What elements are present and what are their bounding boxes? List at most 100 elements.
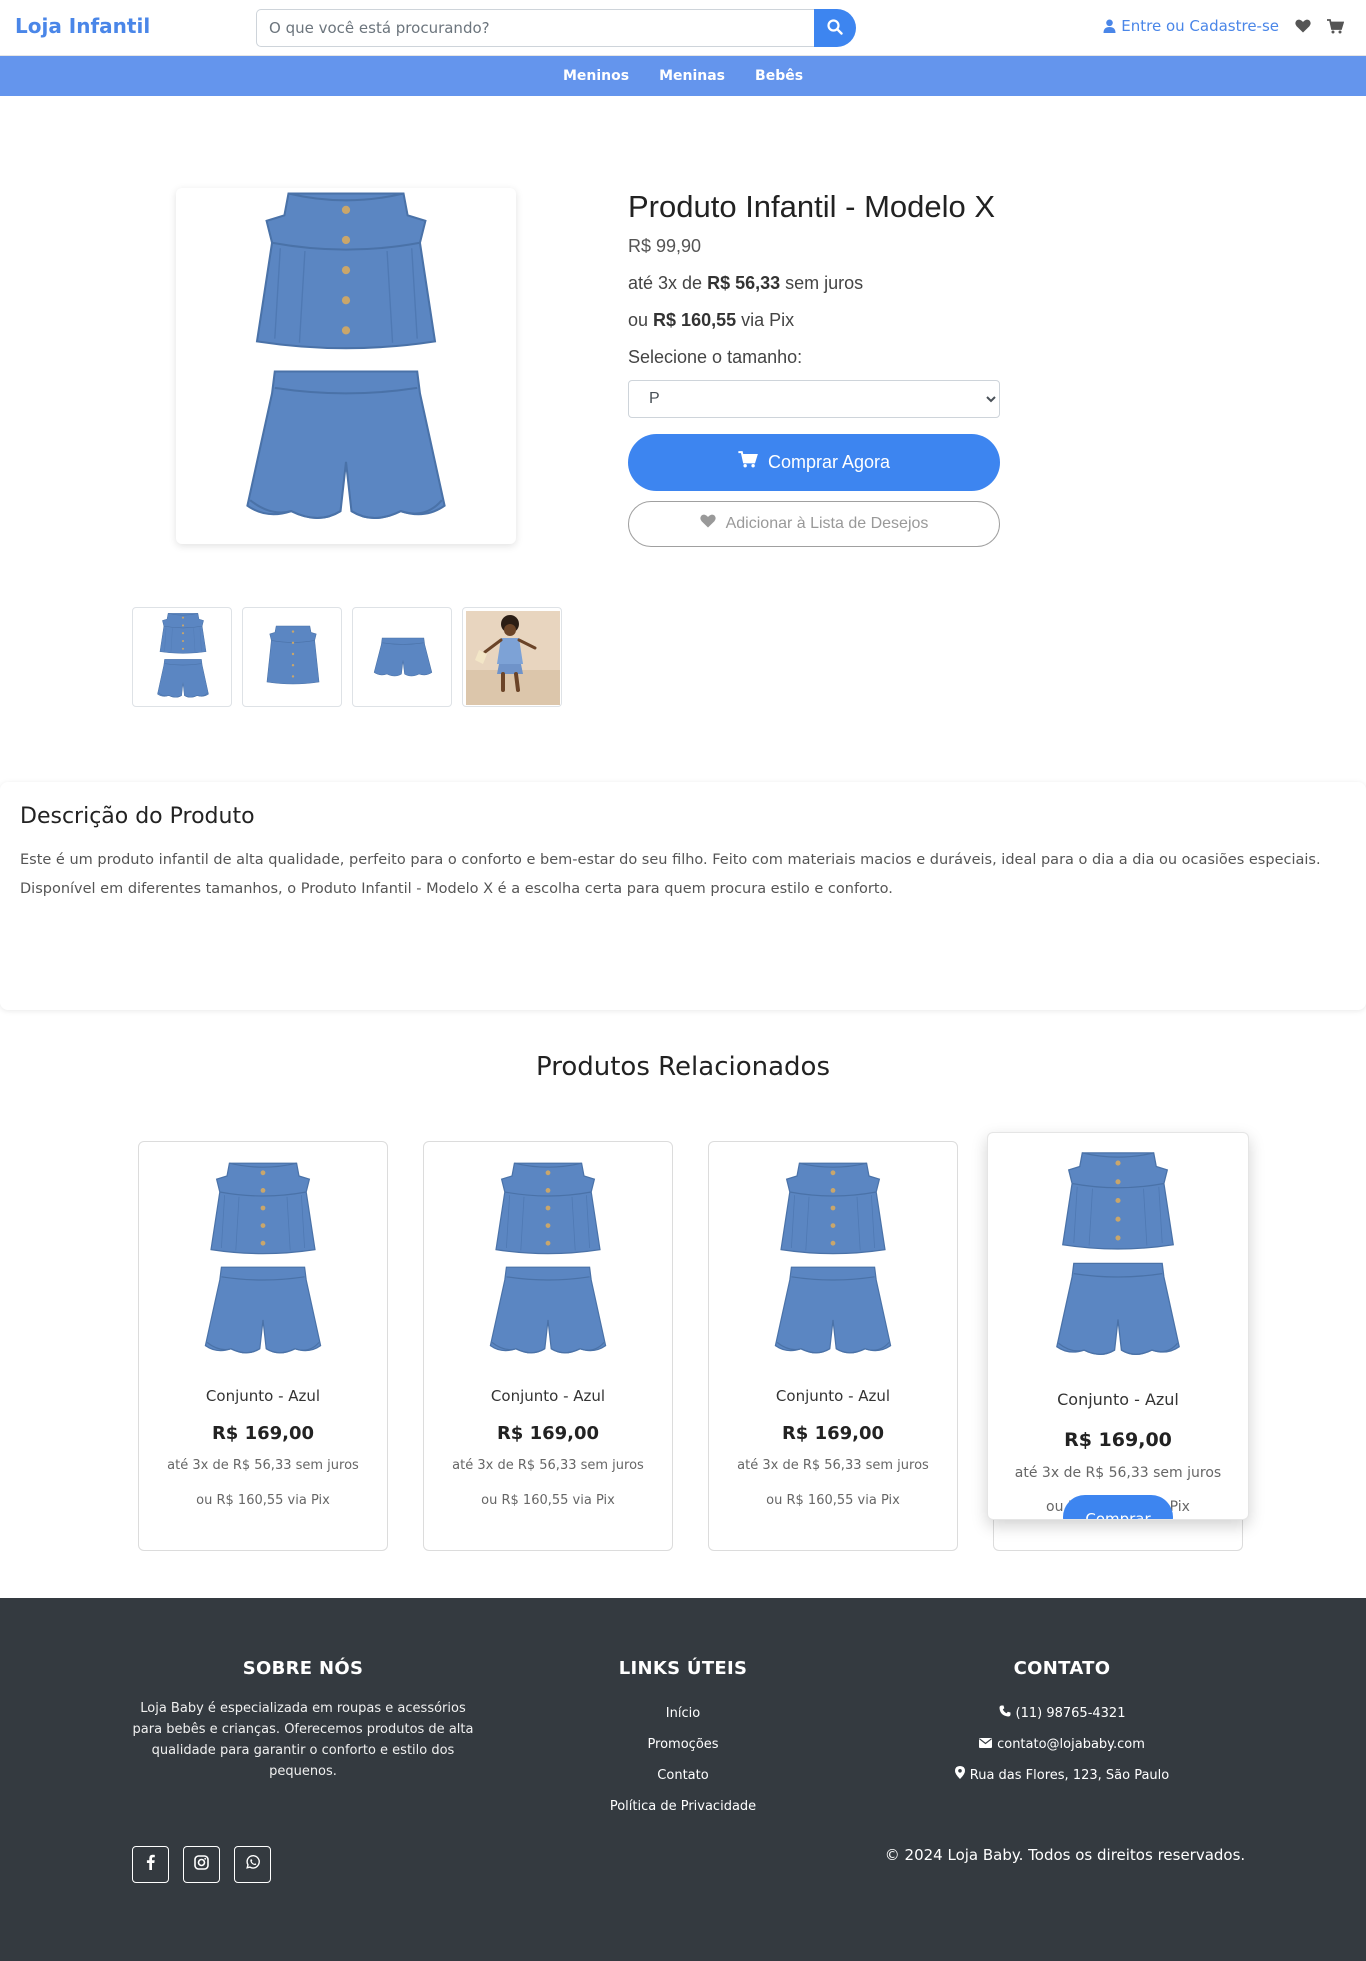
related-product-card-hovered[interactable]: Conjunto - Azul R$ 169,00 até 3x de R$ 5… xyxy=(987,1132,1249,1520)
buy-now-button[interactable]: Comprar Agora xyxy=(628,433,1000,491)
related-product-card[interactable]: Conjunto - Azul R$ 169,00 até 3x de R$ 5… xyxy=(138,1141,388,1551)
header-actions: Entre ou Cadastre-se xyxy=(1103,17,1344,35)
product-installments: até 3x de R$ 56,33 sem juros xyxy=(628,273,1000,294)
related-product-name: Conjunto - Azul xyxy=(205,1387,321,1405)
card-underlay xyxy=(993,1518,1243,1551)
store-logo[interactable]: Loja Infantil xyxy=(15,14,150,38)
related-product-installments: até 3x de R$ 56,33 sem juros xyxy=(452,1458,644,1473)
instagram-icon xyxy=(194,1854,209,1875)
pix-prefix: ou xyxy=(628,309,649,330)
heart-icon[interactable] xyxy=(1295,19,1311,33)
facebook-icon xyxy=(146,1854,155,1875)
footer-link-privacidade[interactable]: Política de Privacidade xyxy=(610,1799,756,1814)
envelope-icon xyxy=(979,1729,993,1760)
related-product-name: Conjunto - Azul xyxy=(775,1387,891,1405)
footer-phone-text: (11) 98765-4321 xyxy=(1015,1706,1126,1721)
product-thumbnails xyxy=(132,607,562,707)
related-product-name: Conjunto - Azul xyxy=(490,1387,606,1405)
related-product-price: R$ 169,00 xyxy=(211,1423,315,1444)
thumbnail-outfit[interactable] xyxy=(132,607,232,707)
wishlist-label: Adicionar à Lista de Desejos xyxy=(725,514,929,532)
footer-links-title: LINKS ÚTEIS xyxy=(618,1658,748,1679)
thumbnail-model-photo[interactable] xyxy=(462,607,562,707)
footer-email-text[interactable]: contato@lojababy.com xyxy=(997,1729,1145,1760)
related-product-name: Conjunto - Azul xyxy=(1057,1390,1179,1409)
product-title: Produto Infantil - Modelo X xyxy=(628,189,996,224)
size-select[interactable]: P xyxy=(628,379,1000,418)
related-product-card[interactable]: Conjunto - Azul R$ 169,00 até 3x de R$ 5… xyxy=(423,1141,673,1551)
size-label: Selecione o tamanho: xyxy=(628,346,803,367)
pix-suffix: via Pix xyxy=(741,309,795,330)
description-text: Este é um produto infantil de alta quali… xyxy=(20,852,1321,897)
related-product-pix: ou R$ 160,55 via Pix xyxy=(481,1493,615,1508)
related-product-price: R$ 169,00 xyxy=(781,1423,885,1444)
installments-suffix: sem juros xyxy=(785,272,864,293)
nav-item-bebes[interactable]: Bebês xyxy=(755,68,803,84)
search-input[interactable] xyxy=(256,9,814,47)
thumbnail-shorts[interactable] xyxy=(352,607,452,707)
thumbnail-top[interactable] xyxy=(242,607,342,707)
search-bar xyxy=(256,9,856,47)
installments-value: R$ 56,33 xyxy=(707,272,781,293)
footer-links: LINKS ÚTEIS Início Promoções Contato Pol… xyxy=(583,1658,783,1822)
related-product-installments: até 3x de R$ 56,33 sem juros xyxy=(737,1458,929,1473)
footer-about: SOBRE NÓS Loja Baby é especializada em r… xyxy=(132,1658,474,1782)
product-price: R$ 99,90 xyxy=(628,235,702,256)
map-marker-icon xyxy=(954,1760,965,1791)
cart-icon xyxy=(738,451,758,473)
footer-about-title: SOBRE NÓS xyxy=(242,1658,364,1679)
footer-link-promocoes[interactable]: Promoções xyxy=(647,1737,718,1752)
whatsapp-icon xyxy=(245,1854,261,1875)
footer-address-text: Rua das Flores, 123, São Paulo xyxy=(969,1768,1170,1783)
related-product-installments: até 3x de R$ 56,33 sem juros xyxy=(1014,1465,1222,1481)
related-product-pix: ou R$ 160,55 via Pix xyxy=(196,1493,330,1508)
product-main-image[interactable] xyxy=(176,188,516,544)
phone-icon xyxy=(999,1698,1011,1729)
footer-link-inicio[interactable]: Início xyxy=(666,1706,700,1721)
instagram-button[interactable] xyxy=(183,1846,220,1883)
related-product-card[interactable]: Conjunto - Azul R$ 169,00 até 3x de R$ 5… xyxy=(708,1141,958,1551)
buy-now-label: Comprar Agora xyxy=(767,451,891,472)
related-product-image xyxy=(489,1162,607,1354)
top-header: Loja Infantil Entre ou Cadastre-se xyxy=(0,0,1366,56)
cart-icon[interactable] xyxy=(1327,18,1344,34)
product-pix-price: ou R$ 160,55 via Pix xyxy=(628,310,1000,331)
description-title: Descrição do Produto xyxy=(20,804,255,829)
footer-about-text: Loja Baby é especializada em roupas e ac… xyxy=(132,1701,474,1779)
category-nav: Meninos Meninas Bebês xyxy=(0,56,1366,96)
related-products-title: Produtos Relacionados xyxy=(536,1052,830,1082)
related-product-image xyxy=(774,1162,892,1354)
related-product-image xyxy=(1056,1152,1180,1355)
add-to-wishlist-button[interactable]: Adicionar à Lista de Desejos xyxy=(628,500,1000,547)
related-product-pix: ou R$ 160,55 via Pix xyxy=(766,1493,900,1508)
search-icon xyxy=(827,18,843,38)
footer-phone: (11) 98765-4321 xyxy=(912,1698,1212,1729)
nav-item-meninos[interactable]: Meninos xyxy=(563,68,629,84)
related-buy-button[interactable]: Comprar xyxy=(1063,1495,1173,1519)
search-button[interactable] xyxy=(814,9,856,47)
footer-email: contato@lojababy.com xyxy=(912,1729,1212,1760)
site-footer: SOBRE NÓS Loja Baby é especializada em r… xyxy=(0,1598,1366,1961)
heart-icon xyxy=(699,514,716,533)
related-product-price: R$ 169,00 xyxy=(1064,1429,1172,1451)
whatsapp-button[interactable] xyxy=(234,1846,271,1883)
related-product-price: R$ 169,00 xyxy=(496,1423,600,1444)
login-link[interactable]: Entre ou Cadastre-se xyxy=(1103,17,1279,35)
social-links xyxy=(132,1846,271,1883)
product-main-photo xyxy=(246,192,446,520)
related-product-installments: até 3x de R$ 56,33 sem juros xyxy=(167,1458,359,1473)
footer-address: Rua das Flores, 123, São Paulo xyxy=(912,1760,1212,1791)
related-product-image xyxy=(204,1162,322,1354)
pix-value: R$ 160,55 xyxy=(653,309,737,330)
product-description: Descrição do Produto Este é um produto i… xyxy=(0,782,1366,1010)
copyright: © 2024 Loja Baby. Todos os direitos rese… xyxy=(884,1846,1246,1864)
nav-item-meninas[interactable]: Meninas xyxy=(659,68,725,84)
footer-contact: CONTATO (11) 98765-4321 contato@lojababy… xyxy=(912,1658,1212,1791)
installments-prefix: até 3x de xyxy=(628,272,703,293)
footer-link-contato[interactable]: Contato xyxy=(657,1768,708,1783)
login-label: Entre ou Cadastre-se xyxy=(1121,17,1279,35)
facebook-button[interactable] xyxy=(132,1846,169,1883)
footer-contact-title: CONTATO xyxy=(1013,1658,1111,1679)
user-icon xyxy=(1103,19,1116,33)
product-info: Produto Infantil - Modelo X R$ 99,90 até… xyxy=(628,188,1000,547)
